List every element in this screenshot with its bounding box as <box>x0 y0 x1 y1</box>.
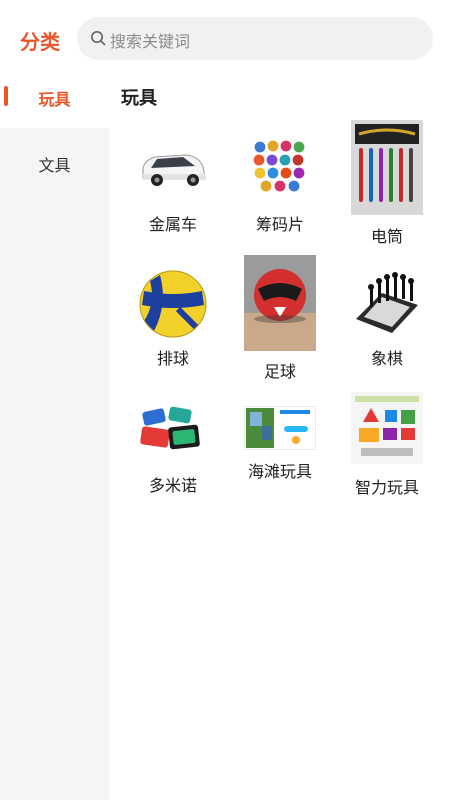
domino-image <box>140 406 200 450</box>
product-name: 金属车 <box>148 215 197 234</box>
category-sidebar: 玩具 文具 <box>0 70 109 800</box>
product-item[interactable]: 智力玩具 <box>333 392 441 517</box>
poker-chips-image <box>252 139 306 193</box>
product-item[interactable]: 海滩玩具 <box>226 392 334 517</box>
puzzle-toys-image <box>351 392 423 464</box>
product-name: 智力玩具 <box>354 478 419 497</box>
product-name: 电筒 <box>370 227 403 246</box>
chess-set-image <box>356 272 418 333</box>
product-item[interactable]: 筹码片 <box>226 120 334 245</box>
soccer-ball-image <box>244 255 316 351</box>
car-image <box>142 154 206 186</box>
product-item[interactable]: 金属车 <box>119 120 227 245</box>
beach-toys-image <box>244 406 316 450</box>
product-item[interactable]: 象棋 <box>333 255 441 380</box>
search-icon <box>90 30 106 46</box>
sidebar-item-label: 玩具 <box>38 90 71 109</box>
product-item[interactable]: 足球 <box>226 255 334 381</box>
volleyball-image <box>139 270 207 338</box>
product-item[interactable]: 多米诺 <box>119 392 227 517</box>
search-input[interactable]: 搜索关键词 <box>110 28 190 52</box>
product-item[interactable]: 排球 <box>119 255 227 380</box>
sidebar-item-label: 文具 <box>38 156 71 175</box>
section-title: 玩具 <box>121 88 157 109</box>
sidebar-item-toys[interactable]: 玩具 <box>0 70 109 128</box>
product-name: 海滩玩具 <box>247 462 312 481</box>
search-bar[interactable]: 搜索关键词 <box>77 17 433 60</box>
product-name: 筹码片 <box>255 215 304 234</box>
sidebar-item-stationery[interactable]: 文具 <box>0 128 109 198</box>
product-name: 足球 <box>263 362 296 381</box>
product-name: 多米诺 <box>148 476 197 495</box>
flashlights-image <box>351 120 423 215</box>
product-name: 排球 <box>156 349 189 368</box>
product-name: 象棋 <box>370 349 403 368</box>
header: 分类 搜索关键词 <box>0 0 451 70</box>
product-item[interactable]: 电筒 <box>333 120 441 246</box>
page-title: 分类 <box>20 30 60 54</box>
